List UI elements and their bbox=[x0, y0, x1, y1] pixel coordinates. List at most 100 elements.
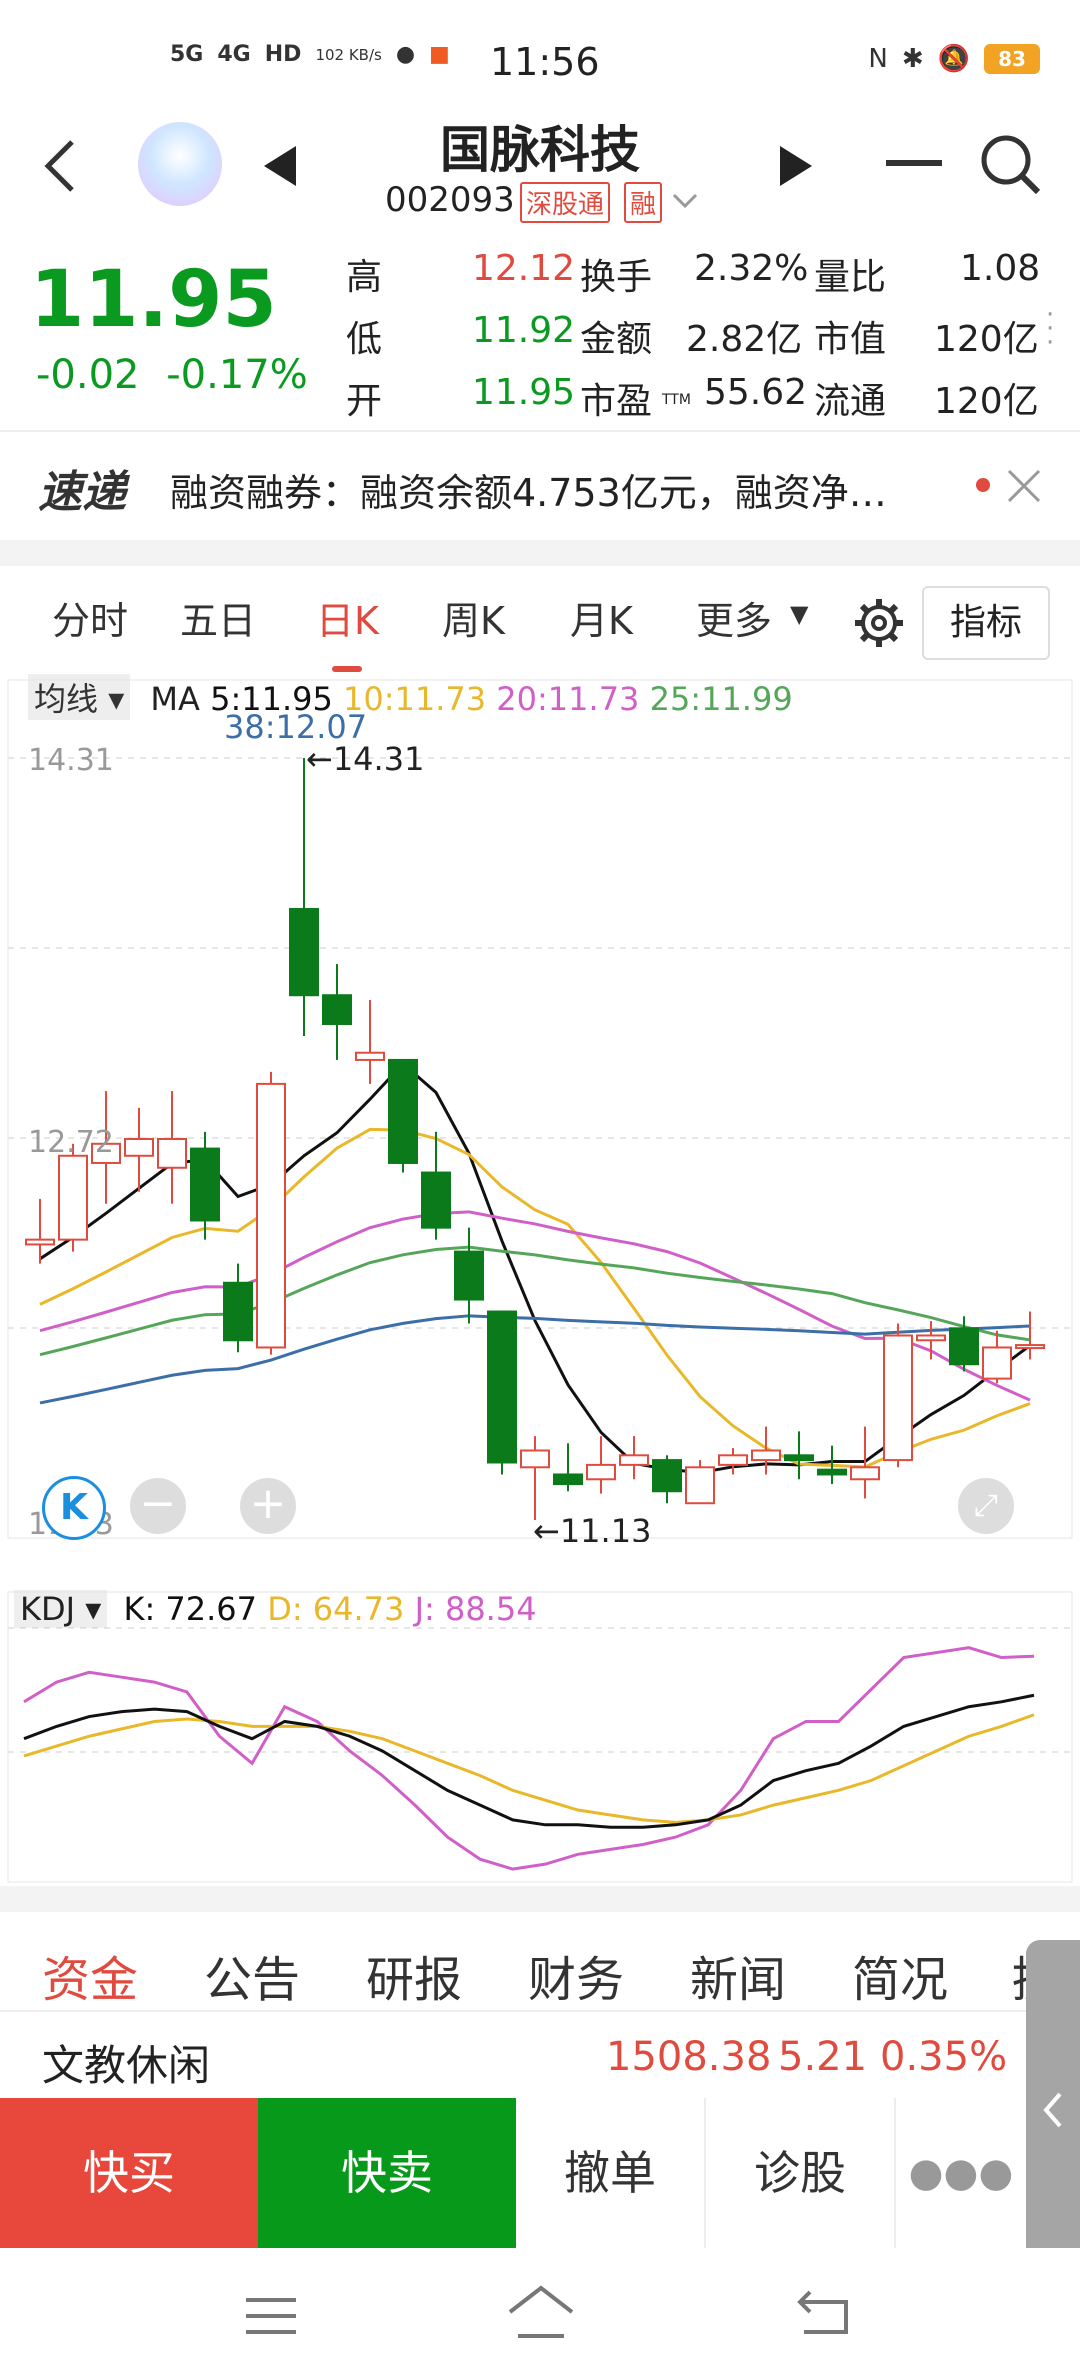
ma-lines bbox=[39, 1061, 1031, 1475]
status-bar: 5G 4G HD 102 KB/s ● ■ 11:56 N ✱ 🔕 83 bbox=[0, 0, 1080, 120]
zoom-out-icon[interactable]: − bbox=[130, 1478, 186, 1534]
ma5-line bbox=[39, 1061, 1031, 1475]
quick-sell-button[interactable]: 快卖 bbox=[258, 2098, 516, 2248]
tab-fenshi[interactable]: 分时 bbox=[52, 590, 128, 645]
tab-more[interactable]: 更多 bbox=[696, 590, 772, 645]
network-indicators: 5G 4G HD 102 KB/s ● ■ bbox=[170, 42, 450, 67]
candle-body bbox=[322, 994, 352, 1025]
market-cap-value: 120亿 bbox=[934, 319, 1039, 360]
low-value: 11.92 bbox=[472, 310, 576, 351]
home-icon[interactable] bbox=[506, 2284, 576, 2346]
ma38-line bbox=[39, 1314, 1031, 1405]
tab-funds[interactable]: 资金 bbox=[42, 1940, 138, 2010]
indicator-button[interactable]: 指标 bbox=[922, 586, 1050, 660]
quick-buy-button[interactable]: 快买 bbox=[0, 2098, 258, 2248]
sector-change: 5.21 bbox=[778, 2034, 868, 2080]
sector-change-pct: 0.35% bbox=[880, 2034, 1008, 2080]
tab-daily-k[interactable]: 日K bbox=[316, 590, 379, 645]
minus-icon[interactable] bbox=[886, 160, 942, 166]
candle-body bbox=[883, 1334, 913, 1462]
unread-dot-icon bbox=[976, 478, 990, 492]
bluetooth-icon: ✱ bbox=[901, 44, 924, 74]
status-right: N ✱ 🔕 83 bbox=[868, 44, 1040, 74]
dropdown-icon[interactable]: ▼ bbox=[790, 600, 808, 628]
high-annotation: ←14.31 bbox=[306, 740, 424, 778]
candle-body bbox=[586, 1463, 616, 1481]
candle bbox=[388, 1058, 418, 1173]
stock-name: 国脉科技 bbox=[440, 121, 640, 179]
candle bbox=[553, 1443, 583, 1492]
k-logo-icon[interactable]: K bbox=[42, 1476, 106, 1540]
tab-finance[interactable]: 财务 bbox=[528, 1940, 624, 2010]
chevron-down-icon[interactable] bbox=[672, 192, 698, 214]
tab-monthly-k[interactable]: 月K bbox=[570, 590, 633, 645]
close-icon[interactable] bbox=[1006, 468, 1042, 508]
chevron-left-icon bbox=[1040, 2090, 1066, 2134]
search-icon[interactable] bbox=[978, 132, 1042, 200]
candlestick-chart[interactable]: 14.31 12.72 11.13 ←14.31 ←11.13 2026-01 bbox=[0, 672, 1080, 1542]
menu-icon[interactable] bbox=[244, 2296, 298, 2340]
candle bbox=[256, 1071, 286, 1355]
candle-body bbox=[289, 907, 319, 997]
side-drawer-handle[interactable] bbox=[1026, 1940, 1080, 2290]
tab-research[interactable]: 研报 bbox=[366, 1940, 462, 2010]
candle bbox=[586, 1436, 616, 1494]
divider bbox=[0, 1886, 1080, 1912]
clock: 11:56 bbox=[490, 40, 600, 84]
tab-profile[interactable]: 简况 bbox=[852, 1940, 948, 2010]
candle bbox=[652, 1455, 682, 1504]
candle bbox=[784, 1431, 814, 1480]
kdj-chart[interactable] bbox=[0, 1590, 1080, 1890]
candle bbox=[718, 1448, 748, 1475]
chart-tabs: 分时 五日 日K 周K 月K 更多 ▼ bbox=[0, 590, 1080, 680]
float-cap-label: 流通 bbox=[814, 381, 887, 422]
divider bbox=[0, 540, 1080, 566]
news-logo: 速递 bbox=[38, 467, 126, 518]
y-tick-mid: 12.72 bbox=[28, 1125, 114, 1160]
back-nav-icon[interactable] bbox=[796, 2288, 854, 2342]
candle bbox=[289, 758, 319, 1036]
tab-news[interactable]: 新闻 bbox=[690, 1940, 786, 2010]
more-actions-icon[interactable]: ●●● bbox=[896, 2098, 1026, 2248]
candle bbox=[421, 1131, 451, 1240]
candle-body bbox=[916, 1334, 946, 1342]
stock-code: 002093 bbox=[385, 180, 515, 220]
zoom-in-icon[interactable]: + bbox=[240, 1478, 296, 1534]
candle bbox=[982, 1330, 1012, 1384]
next-stock-icon[interactable] bbox=[778, 144, 814, 192]
pe-label: 市盈 bbox=[580, 381, 653, 422]
more-dots-icon[interactable]: · · · bbox=[1046, 302, 1054, 356]
candle-body bbox=[157, 1138, 187, 1169]
candle bbox=[157, 1091, 187, 1204]
gear-icon[interactable] bbox=[852, 596, 906, 654]
kdj-frame bbox=[7, 1591, 1073, 1883]
kdj-grid bbox=[7, 1591, 1073, 1883]
system-nav-bar bbox=[0, 2248, 1080, 2376]
ma10-line bbox=[39, 1127, 1031, 1469]
tab-five-day[interactable]: 五日 bbox=[180, 590, 256, 645]
volume-ratio-label: 量比 bbox=[814, 257, 887, 298]
fullscreen-icon[interactable]: ⤢ bbox=[958, 1478, 1014, 1534]
last-price: 11.95 bbox=[30, 255, 277, 345]
candle bbox=[883, 1323, 913, 1468]
kdj-lines bbox=[23, 1646, 1035, 1871]
candle bbox=[520, 1436, 550, 1520]
news-text[interactable]: 融资融券：融资余额4.753亿元，融资净… bbox=[170, 462, 887, 517]
signal-5g: 5G bbox=[170, 42, 204, 67]
net-speed: 102 KB/s bbox=[315, 45, 382, 64]
tab-announcements[interactable]: 公告 bbox=[204, 1940, 300, 2010]
sector-index: 1508.38 bbox=[606, 2034, 772, 2080]
candle bbox=[487, 1310, 517, 1475]
sector-row[interactable]: 文教休闲 1508.38 5.21 0.35% bbox=[0, 2010, 1080, 2102]
low-label: 低 bbox=[346, 319, 383, 360]
turnover-value: 2.32% bbox=[694, 248, 809, 289]
tab-weekly-k[interactable]: 周K bbox=[442, 590, 505, 645]
candle bbox=[190, 1131, 220, 1240]
diagnose-button[interactable]: 诊股 bbox=[706, 2098, 896, 2248]
cancel-order-button[interactable]: 撤单 bbox=[516, 2098, 706, 2248]
candle-body bbox=[58, 1154, 88, 1241]
open-label: 开 bbox=[346, 381, 383, 422]
candle-body bbox=[553, 1473, 583, 1486]
high-label: 高 bbox=[346, 257, 383, 298]
candle-body bbox=[223, 1281, 253, 1342]
